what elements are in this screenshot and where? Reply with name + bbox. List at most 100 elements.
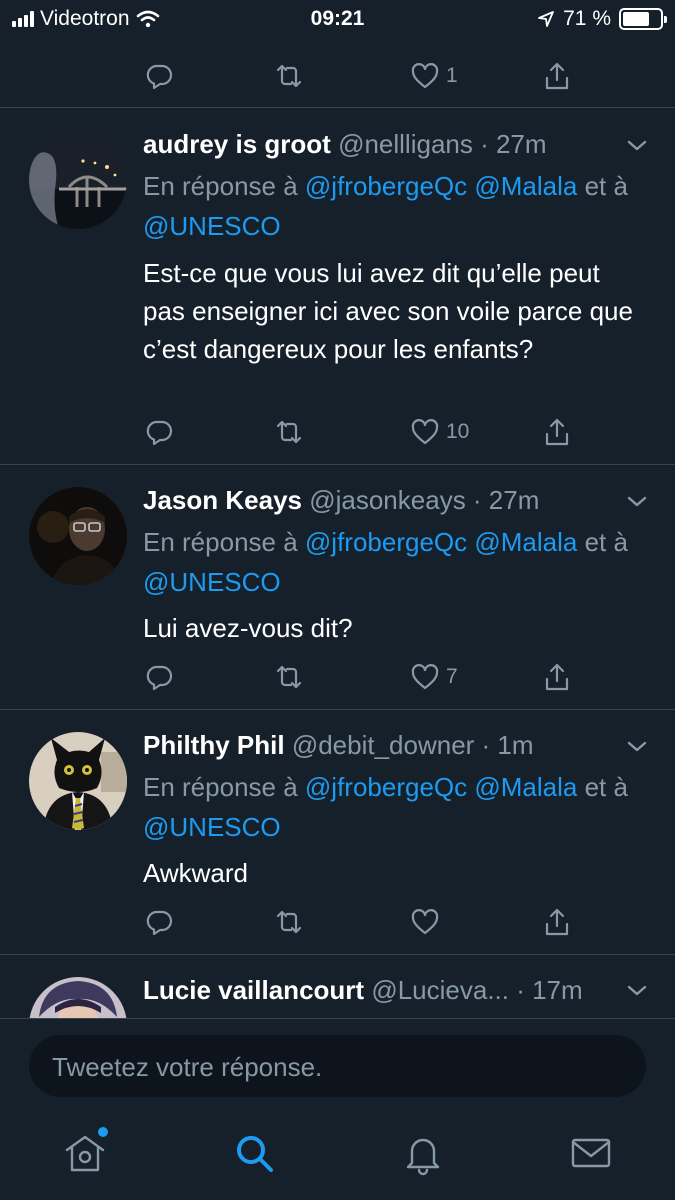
reply-button[interactable] <box>144 56 174 96</box>
retweet-button[interactable] <box>274 902 304 942</box>
reply-icon <box>146 665 173 691</box>
like-count: 1 <box>446 64 458 87</box>
avatar-image <box>29 487 127 585</box>
status-right: 71 % <box>537 7 667 31</box>
avatar[interactable] <box>29 732 127 830</box>
retweet-icon <box>276 64 302 88</box>
reply-input-placeholder: Tweetez votre réponse. <box>52 1052 323 1082</box>
reply-button[interactable] <box>144 902 174 942</box>
reply-icon <box>146 910 173 936</box>
heart-icon <box>411 419 439 445</box>
location-arrow-icon <box>538 11 555 27</box>
reply-composer-bar: Tweetez votre réponse. <box>0 1018 675 1110</box>
heart-icon <box>411 909 439 935</box>
mention-link[interactable]: @jfrobergeQc <box>305 772 467 802</box>
tab-notifications[interactable] <box>400 1130 446 1176</box>
avatar[interactable] <box>29 977 127 1018</box>
tweet-actions: 1 <box>140 56 600 96</box>
heart-icon <box>411 664 439 690</box>
reply-prefix: En réponse à <box>143 772 298 802</box>
handle-and-time: @jasonkeays · 27m <box>309 485 540 515</box>
tweet-menu-button[interactable] <box>625 490 649 514</box>
tweet-menu-button[interactable] <box>625 735 649 759</box>
share-icon <box>545 418 569 446</box>
display-name[interactable]: Lucie vaillancourt <box>143 975 364 1005</box>
heart-icon <box>411 63 439 89</box>
avatar[interactable] <box>29 131 127 229</box>
mention-link[interactable]: @UNESCO <box>143 211 281 241</box>
mention-link[interactable]: @Malala <box>474 772 577 802</box>
handle-and-time: @debit_downer · 1m <box>291 730 534 760</box>
share-button[interactable] <box>542 902 572 942</box>
tweet-menu-button[interactable] <box>625 134 649 158</box>
tweet-thread-screen: Videotron 09:21 71 % 1 audrey is groot @… <box>0 0 675 1200</box>
tweet-actions <box>140 902 600 942</box>
like-button[interactable]: 10 <box>410 412 469 452</box>
mention-link[interactable]: @jfrobergeQc <box>305 171 467 201</box>
reply-prefix: En réponse à <box>143 171 298 201</box>
reply-context: En réponse à @jfrobergeQc @Malala et à @… <box>143 166 643 246</box>
display-name[interactable]: Philthy Phil <box>143 730 285 760</box>
mention-link[interactable]: @Malala <box>474 171 577 201</box>
reply-button[interactable] <box>144 657 174 697</box>
share-button[interactable] <box>542 412 572 452</box>
reply-join: et à <box>584 527 628 557</box>
tab-home[interactable] <box>62 1127 108 1176</box>
reply-input[interactable]: Tweetez votre réponse. <box>29 1035 646 1097</box>
reply-context: En réponse à @jfrobergeQc @Malala et à @… <box>143 522 643 602</box>
display-name[interactable]: audrey is groot <box>143 129 331 159</box>
mention-link[interactable]: @UNESCO <box>143 812 281 842</box>
tweet-actions: 10 <box>140 412 600 452</box>
mention-link[interactable]: @UNESCO <box>143 567 281 597</box>
bottom-tab-bar <box>0 1110 675 1200</box>
reply-button[interactable] <box>144 412 174 452</box>
tab-messages[interactable] <box>568 1130 614 1176</box>
chevron-down-icon <box>627 496 647 507</box>
avatar-image <box>29 131 127 229</box>
reply-context: En réponse à @jfrobergeQc @Malala et à @… <box>143 767 643 847</box>
retweet-button[interactable] <box>274 412 304 452</box>
tab-search[interactable] <box>231 1130 277 1176</box>
like-button[interactable]: 7 <box>410 657 458 697</box>
reply-join: et à <box>584 171 628 201</box>
chevron-down-icon <box>627 140 647 151</box>
battery-percent: 71 % <box>563 7 611 30</box>
retweet-icon <box>276 420 302 444</box>
handle-and-time: @Lucieva... · 17m <box>371 975 583 1005</box>
tweet[interactable]: Jason Keays @jasonkeays · 27m En réponse… <box>0 465 675 709</box>
like-count: 10 <box>446 420 470 443</box>
like-count: 7 <box>446 665 458 688</box>
tweet-header: Lucie vaillancourt @Lucieva... · 17m <box>143 975 615 1006</box>
mention-link[interactable]: @Malala <box>474 527 577 557</box>
tweet-header: Philthy Phil @debit_downer · 1m <box>143 730 615 761</box>
tweet[interactable]: Philthy Phil @debit_downer · 1m En répon… <box>0 710 675 954</box>
share-button[interactable] <box>542 657 572 697</box>
tweet[interactable]: audrey is groot @nellligans · 27m En rép… <box>0 108 675 464</box>
handle-and-time: @nellligans · 27m <box>338 129 547 159</box>
tweet-menu-button[interactable] <box>625 979 649 1003</box>
avatar[interactable] <box>29 487 127 585</box>
avatar-image <box>29 732 127 830</box>
display-name[interactable]: Jason Keays <box>143 485 302 515</box>
tweet-text: Est-ce que vous lui avez dit qu’elle peu… <box>143 258 633 364</box>
bell-icon <box>406 1138 440 1176</box>
tweet[interactable]: Lucie vaillancourt @Lucieva... · 17m <box>0 955 675 1018</box>
mention-link[interactable]: @jfrobergeQc <box>305 527 467 557</box>
chevron-down-icon <box>627 741 647 752</box>
battery-icon <box>619 8 667 30</box>
retweet-button[interactable] <box>274 657 304 697</box>
chevron-down-icon <box>627 985 647 996</box>
reply-prefix: En réponse à <box>143 527 298 557</box>
like-button[interactable]: 1 <box>410 56 458 96</box>
tweet-actions: 7 <box>140 657 600 697</box>
battery-fill <box>623 12 649 26</box>
tweet-text: Awkward <box>143 858 249 888</box>
reply-icon <box>146 420 173 446</box>
retweet-button[interactable] <box>274 56 304 96</box>
reply-icon <box>146 64 173 90</box>
like-button[interactable] <box>410 902 446 942</box>
tweet-header: Jason Keays @jasonkeays · 27m <box>143 485 615 516</box>
share-button[interactable] <box>542 56 572 96</box>
share-icon <box>545 62 569 90</box>
avatar-image <box>29 977 127 1018</box>
